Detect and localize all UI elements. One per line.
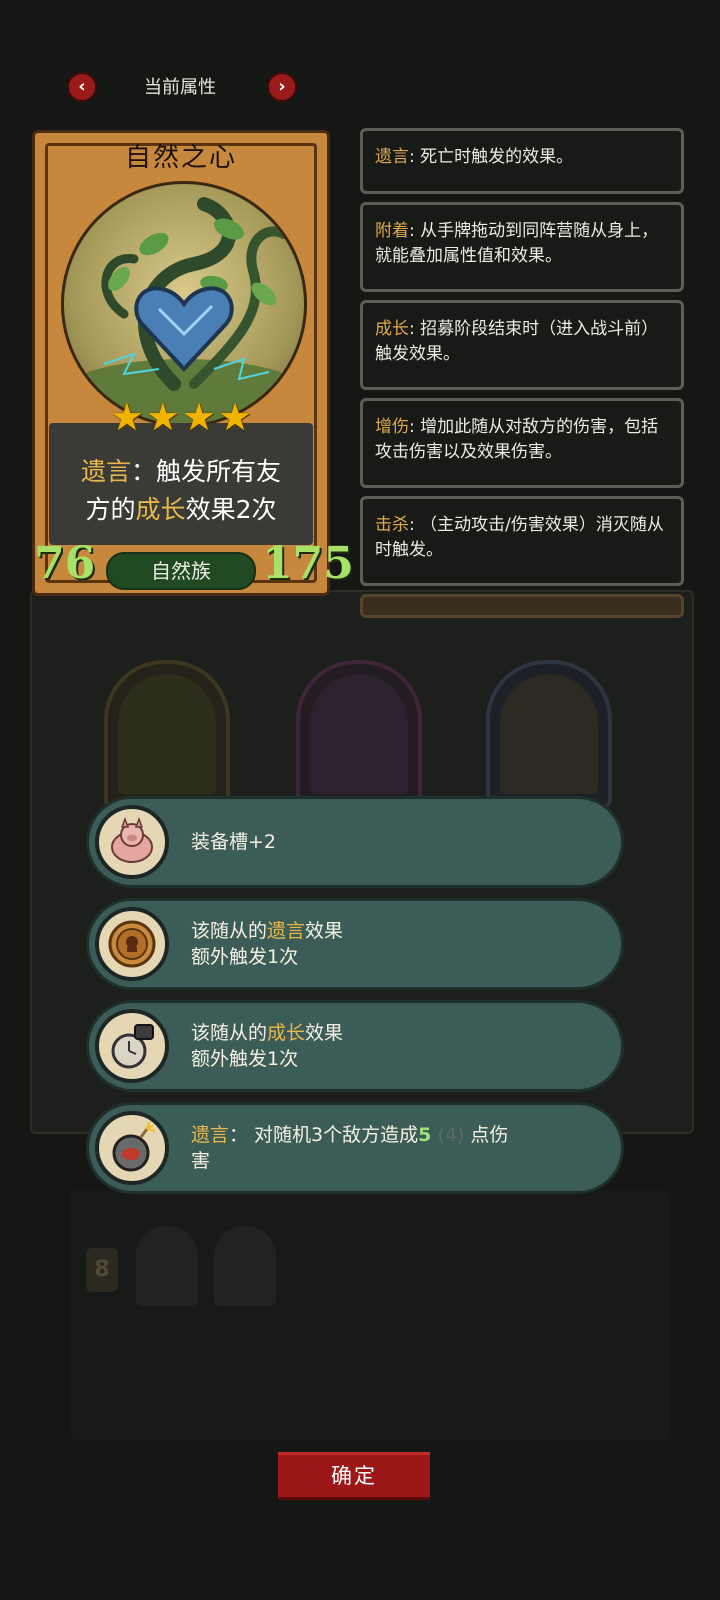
keyword-term: 遗言 [375, 147, 409, 167]
effect-keyword: 遗言 [267, 920, 306, 942]
prev-button[interactable]: ‹ [67, 72, 97, 102]
keyword-deathrattle: 遗言 [80, 457, 131, 486]
effect-text: 装备槽+2 [191, 829, 276, 855]
keyword-text: : 从手牌拖动到同阵营随从身上，就能叠加属性值和效果。 [375, 221, 659, 266]
keyword-panel-growth: 成长: 招募阶段结束时（进入战斗前）触发效果。 [360, 300, 684, 390]
effect-extra-growth[interactable]: 该随从的成长效果 额外触发1次 [86, 1000, 624, 1092]
keyword-term: 击杀 [375, 515, 409, 535]
effect-text-post: 点伤 [470, 1124, 509, 1146]
effect-text: 该随从的遗言效果 额外触发1次 [191, 918, 343, 970]
desc-separator: ： [130, 457, 156, 486]
star-icon: ★ [218, 395, 253, 439]
effect-keyword: 遗言 [191, 1124, 230, 1146]
star-icon: ★ [109, 395, 144, 439]
effect-text-line2: 额外触发1次 [191, 1048, 299, 1070]
next-button[interactable]: › [267, 72, 297, 102]
health-value: 175 [262, 538, 354, 589]
star-rating: ★★★★ [49, 395, 313, 439]
hand-minion-2 [214, 1226, 276, 1306]
card-name: 自然之心 [124, 143, 237, 173]
effect-extra-deathrattle[interactable]: 该随从的遗言效果 额外触发1次 [86, 898, 624, 990]
keyword-text: : 招募阶段结束时（进入战斗前）触发效果。 [375, 319, 659, 364]
effect-text-post: 效果 [305, 920, 344, 942]
keyword-panel-damage-boost: 增伤: 增加此随从对敌方的伤害，包括攻击伤害以及效果伤害。 [360, 398, 684, 488]
keyword-growth: 成长 [135, 495, 186, 524]
effect-text: 遗言： 对随机3个敌方造成5 (4) 点伤 害 [191, 1122, 508, 1174]
keyword-panel-deathrattle: 遗言: 死亡时触发的效果。 [360, 128, 684, 194]
keyword-panel-kill: 击杀: （主动攻击/伤害效果）消灭随从时触发。 [360, 496, 684, 586]
keyword-text: : 死亡时触发的效果。 [409, 147, 574, 167]
desc-text-1: 触发所有友 [156, 457, 282, 486]
star-icon: ★ [145, 395, 180, 439]
star-icon: ★ [182, 395, 217, 439]
keyword-term: 成长 [375, 319, 409, 339]
effect-text-pre: 该随从的 [191, 1022, 268, 1044]
board-minion-slot-1 [104, 660, 230, 808]
stopwatch-icon [95, 1009, 169, 1083]
attack-value: 76 [34, 538, 96, 589]
effect-text: 该随从的成长效果 额外触发1次 [191, 1020, 343, 1072]
minion-card: 自然之心 ★★★★ 遗言：触发所有友 方的成长效果2次 [32, 130, 330, 596]
effect-text-post: 效果 [305, 1022, 344, 1044]
desc-text-2: 方的 [85, 495, 136, 524]
effect-text-line2: 害 [191, 1150, 211, 1172]
bomb-icon [95, 1111, 169, 1185]
card-description-panel: ★★★★ 遗言：触发所有友 方的成长效果2次 [49, 395, 313, 545]
hand-minion-1 [136, 1226, 198, 1306]
keyword-panel-attach: 附着: 从手牌拖动到同阵营随从身上，就能叠加属性值和效果。 [360, 202, 684, 292]
keyword-text: : 增加此随从对敌方的伤害，包括攻击伤害以及效果伤害。 [375, 417, 659, 462]
tier-badge: 8 [86, 1248, 118, 1292]
effect-equipment-slot[interactable]: 装备槽+2 [86, 796, 624, 888]
effect-text-line2: 额外触发1次 [191, 946, 299, 968]
keyword-panel-overflow [360, 594, 684, 618]
keyword-text: : （主动攻击/伤害效果）消灭随从时触发。 [375, 515, 664, 560]
effect-line: 装备槽+2 [191, 831, 277, 853]
confirm-button[interactable]: 确定 [278, 1452, 430, 1500]
board-minion-slot-3 [486, 660, 612, 808]
effect-damage-value: 5 [418, 1124, 432, 1146]
keyword-term: 附着 [375, 221, 409, 241]
board-minion-slot-2 [296, 660, 422, 808]
desc-text-3: 效果2次 [185, 495, 277, 524]
effect-text-pre: ： 对随机3个敌方造成 [229, 1124, 419, 1146]
effect-keyword: 成长 [267, 1022, 306, 1044]
coin-icon [95, 907, 169, 981]
effect-deathrattle-damage[interactable]: 遗言： 对随机3个敌方造成5 (4) 点伤 害 [86, 1102, 624, 1194]
keyword-term: 增伤 [375, 417, 409, 437]
card-art [61, 181, 307, 427]
tribe-badge: 自然族 [106, 552, 256, 590]
pig-icon [95, 805, 169, 879]
card-description: 遗言：触发所有友 方的成长效果2次 [49, 453, 313, 529]
effect-base-value: (4) [437, 1124, 465, 1146]
page-title: 当前属性 [144, 77, 216, 98]
effect-text-pre: 该随从的 [191, 920, 268, 942]
heart-vine-illustration [64, 197, 304, 424]
